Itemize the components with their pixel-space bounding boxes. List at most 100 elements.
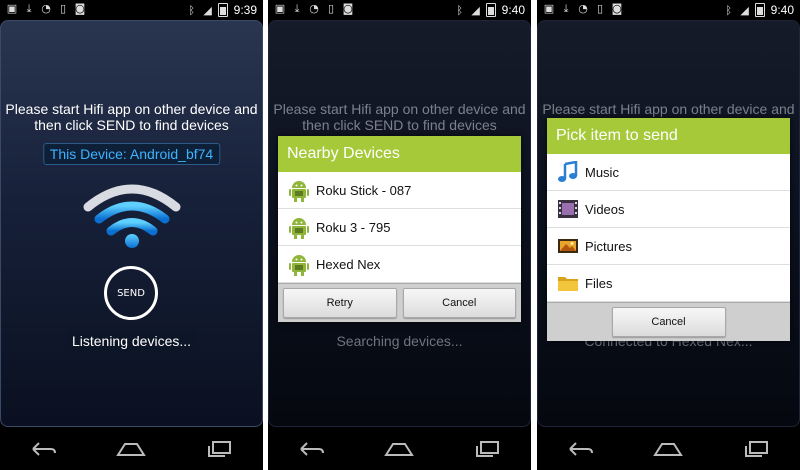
- item-list: Music Videos Pictures Files: [547, 154, 790, 302]
- wifi-notification-icon: ◔: [309, 2, 319, 15]
- dialog-title: Nearby Devices: [278, 136, 521, 172]
- phone-screen-pick-item: ▣ ⤓ ◔ ▯ ◙ ᛒ ◢ 9:40 Please start Hifi app…: [537, 0, 800, 470]
- instruction-line-1: Please start Hifi app on other device an…: [5, 101, 258, 117]
- back-icon: [569, 441, 593, 456]
- instruction-line-1: Please start Hifi app on other device an…: [542, 101, 795, 117]
- bluetooth-icon: ᛒ: [188, 3, 195, 17]
- dialog-title: Pick item to send: [547, 118, 790, 154]
- signal-icon: ◢: [203, 3, 212, 17]
- download-icon: ⤓: [563, 2, 569, 15]
- app-screen: Please start Hifi app on other device an…: [0, 20, 263, 427]
- battery-icon: [485, 3, 496, 17]
- status-bar: ▣ ⤓ ◔ ▯ ◙ ᛒ ◢ 9:40: [268, 0, 531, 20]
- device-item-roku-stick[interactable]: Roku Stick - 087: [278, 172, 521, 209]
- item-label: Music: [585, 164, 619, 180]
- instruction-line-1: Please start Hifi app on other device an…: [273, 101, 526, 117]
- download-icon: ⤓: [294, 2, 300, 15]
- sd-card-icon: ▯: [596, 2, 604, 15]
- device-item-roku-3[interactable]: Roku 3 - 795: [278, 209, 521, 246]
- device-name: Roku 3 - 795: [316, 219, 391, 235]
- home-button[interactable]: [379, 435, 419, 463]
- back-button[interactable]: [561, 435, 601, 463]
- home-button[interactable]: [648, 435, 688, 463]
- bluetooth-icon: ᛒ: [456, 3, 463, 17]
- recents-button[interactable]: [467, 435, 507, 463]
- instructions: Please start Hifi app on other device an…: [538, 101, 799, 117]
- battery-icon: [217, 3, 228, 17]
- home-button[interactable]: [111, 435, 151, 463]
- camera-icon: ◙: [342, 2, 354, 15]
- item-label: Files: [585, 275, 613, 291]
- item-videos[interactable]: Videos: [547, 191, 790, 228]
- back-icon: [32, 441, 56, 456]
- recents-icon: [745, 440, 769, 457]
- status-bar: ▣ ⤓ ◔ ▯ ◙ ᛒ ◢ 9:40: [537, 0, 800, 20]
- navigation-bar: [537, 427, 800, 470]
- bluetooth-icon: ᛒ: [725, 3, 732, 17]
- android-icon: [287, 215, 311, 239]
- item-files[interactable]: Files: [547, 265, 790, 302]
- retry-button[interactable]: Retry: [283, 288, 397, 318]
- wifi-notification-icon: ◔: [578, 2, 588, 15]
- item-music[interactable]: Music: [547, 154, 790, 191]
- dialog-button-bar: Cancel: [547, 302, 790, 341]
- music-icon: [556, 160, 580, 184]
- image-notification-icon: ▣: [543, 2, 555, 15]
- cancel-button[interactable]: Cancel: [402, 288, 516, 318]
- phone-screen-send: ▣ ⤓ ◔ ▯ ◙ ᛒ ◢ 9:39 Please start Hifi app…: [0, 0, 263, 470]
- send-button[interactable]: SEND: [104, 266, 158, 320]
- battery-icon: [754, 3, 765, 17]
- status-message: Searching devices...: [336, 333, 463, 349]
- image-notification-icon: ▣: [274, 2, 286, 15]
- status-bar: ▣ ⤓ ◔ ▯ ◙ ᛒ ◢ 9:39: [0, 0, 263, 20]
- recents-button[interactable]: [736, 435, 776, 463]
- pick-item-dialog: Pick item to send Music Videos Pictures: [547, 118, 790, 341]
- item-label: Pictures: [585, 238, 632, 254]
- instructions: Please start Hifi app on other device an…: [269, 101, 530, 133]
- navigation-bar: [268, 427, 531, 470]
- instruction-line-2: then click SEND to find devices: [34, 117, 229, 133]
- device-name: Hexed Nex: [316, 256, 381, 272]
- item-pictures[interactable]: Pictures: [547, 228, 790, 265]
- device-item-hexed-nex[interactable]: Hexed Nex: [278, 246, 521, 283]
- signal-icon: ◢: [471, 3, 480, 17]
- camera-icon: ◙: [611, 2, 623, 15]
- home-icon: [116, 442, 147, 456]
- phone-screen-nearby-devices: ▣ ⤓ ◔ ▯ ◙ ᛒ ◢ 9:40 Please start Hifi app…: [268, 0, 531, 470]
- recents-icon: [476, 440, 500, 457]
- signal-icon: ◢: [740, 3, 749, 17]
- video-icon: [556, 197, 580, 221]
- home-icon: [653, 442, 684, 456]
- device-name: Roku Stick - 087: [316, 182, 412, 198]
- pictures-icon: [556, 234, 580, 258]
- android-icon: [287, 252, 311, 276]
- wifi-broadcast-icon: [83, 184, 180, 248]
- back-icon: [300, 441, 324, 456]
- folder-icon: [556, 271, 580, 295]
- sd-card-icon: ▯: [59, 2, 67, 15]
- wifi-notification-icon: ◔: [41, 2, 51, 15]
- item-label: Videos: [585, 201, 625, 217]
- download-icon: ⤓: [26, 2, 32, 15]
- sd-card-icon: ▯: [327, 2, 335, 15]
- device-list: Roku Stick - 087 Roku 3 - 795 Hexed Nex: [278, 172, 521, 283]
- clock: 9:40: [770, 3, 794, 17]
- nearby-devices-dialog: Nearby Devices Roku Stick - 087 Roku 3 -…: [278, 136, 521, 322]
- clock: 9:39: [233, 3, 257, 17]
- clock: 9:40: [501, 3, 525, 17]
- image-notification-icon: ▣: [6, 2, 18, 15]
- home-icon: [384, 442, 415, 456]
- status-message: Listening devices...: [65, 331, 198, 351]
- instruction-line-2: then click SEND to find devices: [302, 117, 497, 133]
- cancel-button[interactable]: Cancel: [611, 307, 726, 337]
- camera-icon: ◙: [74, 2, 86, 15]
- recents-icon: [208, 440, 232, 457]
- back-button[interactable]: [24, 435, 64, 463]
- navigation-bar: [0, 427, 263, 470]
- instructions: Please start Hifi app on other device an…: [1, 101, 262, 133]
- recents-button[interactable]: [199, 435, 239, 463]
- android-icon: [287, 178, 311, 202]
- this-device-label: This Device: Android_bf74: [42, 143, 221, 165]
- back-button[interactable]: [292, 435, 332, 463]
- dialog-button-bar: Retry Cancel: [278, 283, 521, 322]
